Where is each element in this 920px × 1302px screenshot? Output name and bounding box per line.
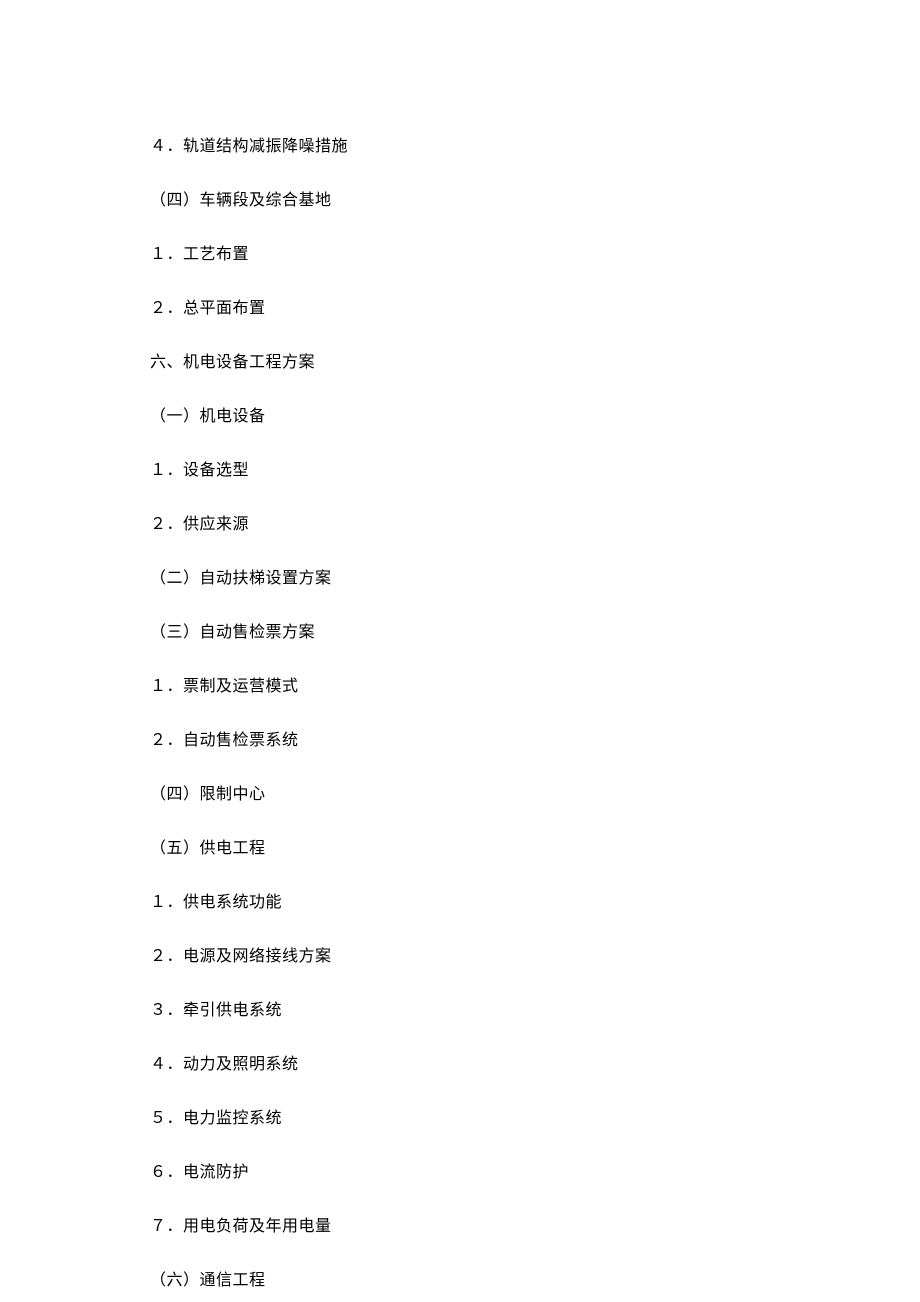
- outline-item: （一）机电设备: [150, 405, 770, 429]
- outline-item: ２．总平面布置: [150, 297, 770, 321]
- outline-item: ２．供应来源: [150, 513, 770, 537]
- outline-item: ２．电源及网络接线方案: [150, 945, 770, 969]
- outline-item: １．设备选型: [150, 459, 770, 483]
- outline-item: ４．轨道结构减振降噪措施: [150, 135, 770, 159]
- outline-item: （四）车辆段及综合基地: [150, 189, 770, 213]
- outline-item: （四）限制中心: [150, 783, 770, 807]
- outline-item: （六）通信工程: [150, 1269, 770, 1293]
- outline-item: （三）自动售检票方案: [150, 621, 770, 645]
- outline-item: ６．电流防护: [150, 1161, 770, 1185]
- outline-item: （五）供电工程: [150, 837, 770, 861]
- outline-item: １．票制及运营模式: [150, 675, 770, 699]
- outline-item: １．工艺布置: [150, 243, 770, 267]
- outline-item: １．供电系统功能: [150, 891, 770, 915]
- outline-item: ２．自动售检票系统: [150, 729, 770, 753]
- outline-item: （二）自动扶梯设置方案: [150, 567, 770, 591]
- outline-item: ５．电力监控系统: [150, 1107, 770, 1131]
- outline-item: ７．用电负荷及年用电量: [150, 1215, 770, 1239]
- outline-item: ４．动力及照明系统: [150, 1053, 770, 1077]
- outline-item: 六、机电设备工程方案: [150, 351, 770, 375]
- outline-item: ３．牵引供电系统: [150, 999, 770, 1023]
